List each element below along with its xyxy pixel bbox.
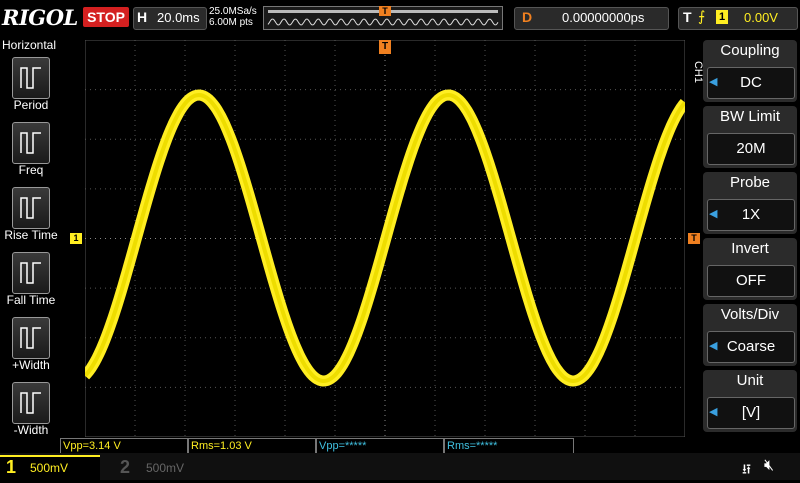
menu-value[interactable]: Coarse — [707, 331, 795, 363]
left-menu-label: Freq — [18, 163, 44, 177]
menu-value[interactable]: OFF — [707, 265, 795, 297]
menu-value[interactable]: 20M — [707, 133, 795, 165]
trigger-level-marker[interactable]: T — [688, 233, 700, 244]
measurement-item[interactable]: Rms=***** — [444, 438, 574, 454]
trigger-position-top-marker[interactable]: T — [379, 40, 391, 54]
cycle-arrow-icon: ◀ — [709, 340, 718, 352]
freq-icon[interactable] — [12, 122, 50, 164]
ch1-number: 1 — [6, 457, 17, 477]
rising-edge-icon: ⨍ — [698, 8, 706, 24]
menu-title: Volts/Div — [720, 306, 780, 323]
sample-rate: 25.0MSa/s — [209, 6, 257, 17]
trigger-level: 0.00V — [744, 10, 778, 25]
measurement-item[interactable]: Rms=1.03 V — [188, 438, 316, 454]
delay-value: 0.00000000ps — [562, 10, 645, 25]
left-menu-label: Fall Time — [6, 293, 56, 307]
waveform-display[interactable] — [85, 40, 685, 437]
left-menu-label: Period — [13, 98, 49, 112]
speaker-muted-icon[interactable]: 🔇︎ — [764, 457, 774, 475]
trigger-box[interactable] — [678, 7, 798, 30]
cycle-arrow-icon: ◀ — [709, 406, 718, 418]
neg-width-icon[interactable] — [12, 382, 50, 424]
menu-title: Unit — [736, 372, 764, 389]
measurement-item[interactable]: Vpp=3.14 V — [60, 438, 188, 454]
period-icon[interactable] — [12, 57, 50, 99]
menu-value[interactable]: 1X — [707, 199, 795, 231]
run-stop-status[interactable]: STOP — [83, 7, 129, 27]
ch1-scale: 500mV — [30, 461, 69, 475]
ch1-ground-marker[interactable]: 1 — [70, 233, 82, 244]
delay-label: D — [522, 9, 533, 25]
menu-title: Invert — [731, 240, 769, 257]
menu-title: BW Limit — [720, 108, 780, 125]
left-menu-title: Horizontal — [2, 38, 57, 52]
trigger-source: 1 — [716, 10, 728, 24]
cycle-arrow-icon: ◀ — [709, 208, 718, 220]
left-menu-label: +Width — [12, 358, 50, 372]
menu-title: Coupling — [720, 42, 780, 59]
ch2-number[interactable]: 2 — [120, 457, 130, 478]
fall-time-icon[interactable] — [12, 252, 50, 294]
left-menu-label: Rise Time — [4, 228, 58, 242]
usb-icon: ⭿ — [742, 461, 752, 477]
cycle-arrow-icon: ◀ — [709, 76, 718, 88]
memory-depth: 6.00M pts — [209, 17, 253, 28]
pos-width-icon[interactable] — [12, 317, 50, 359]
horizontal-label: H — [137, 9, 148, 25]
trigger-position-marker: T — [379, 6, 391, 16]
left-menu-label: -Width — [13, 423, 49, 437]
ch2-scale: 500mV — [146, 461, 185, 475]
trigger-label: T — [683, 9, 692, 25]
menu-value[interactable]: [V] — [707, 397, 795, 429]
timebase-value: 20.0ms — [157, 10, 200, 25]
menu-title: Probe — [729, 174, 771, 191]
rise-time-icon[interactable] — [12, 187, 50, 229]
menu-value[interactable]: DC — [707, 67, 795, 99]
measurement-item[interactable]: Vpp=***** — [316, 438, 444, 454]
brand-logo: RIGOL — [2, 5, 78, 30]
